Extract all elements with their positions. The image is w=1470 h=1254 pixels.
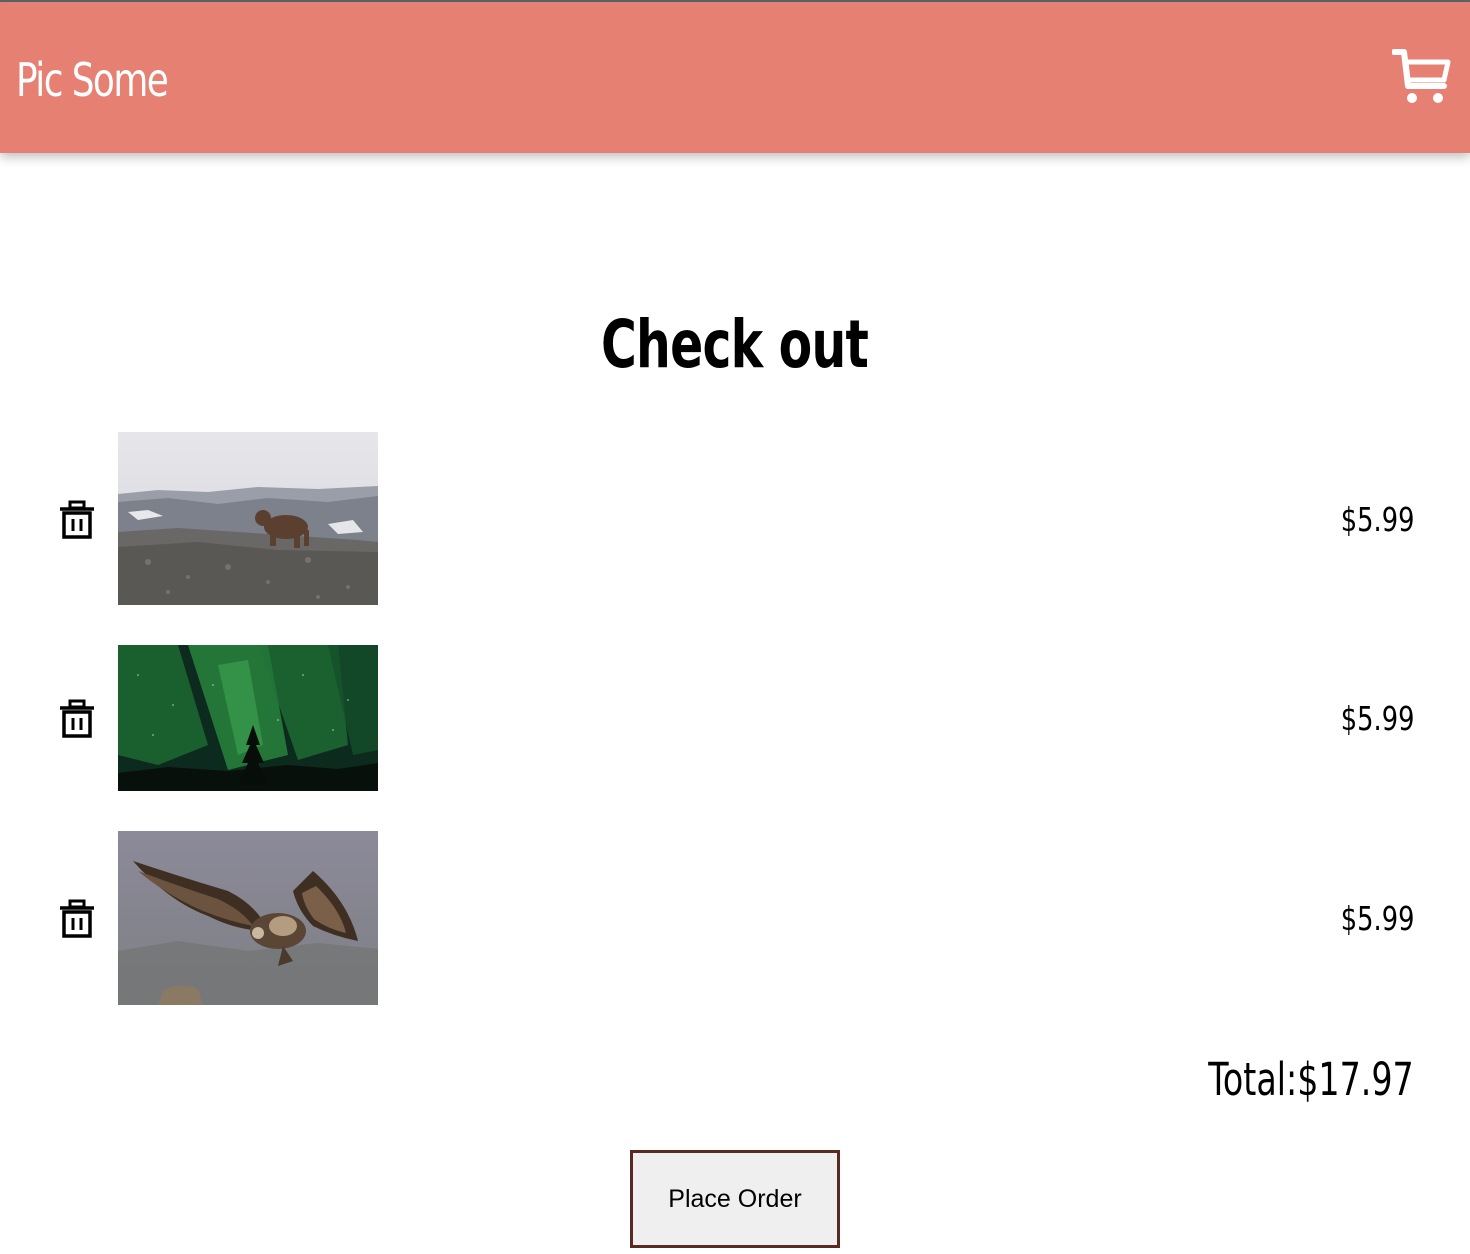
cart-item-price: $5.99 [1340,500,1414,539]
cart-item-image-vulture [118,831,378,1005]
cart-item-image-bear [118,432,378,605]
place-order-button[interactable]: Place Order [630,1150,840,1248]
app-header: Pic Some [0,2,1470,153]
page-title: Check out [601,306,869,383]
trash-icon[interactable] [58,899,96,939]
cart-item: $5.99 [0,432,1470,605]
order-total: Total:$17.97 [1208,1053,1414,1106]
cart-item-price: $5.99 [1340,699,1414,738]
cart-item: $5.99 [0,645,1470,791]
brand-logo-text[interactable]: Pic Some [16,50,169,110]
shopping-cart-icon[interactable] [1392,44,1452,106]
trash-icon[interactable] [58,699,96,739]
cart-item-price: $5.99 [1340,899,1414,938]
cart-item-image-aurora [118,645,378,791]
trash-icon[interactable] [58,500,96,540]
cart-item: $5.99 [0,831,1470,1005]
